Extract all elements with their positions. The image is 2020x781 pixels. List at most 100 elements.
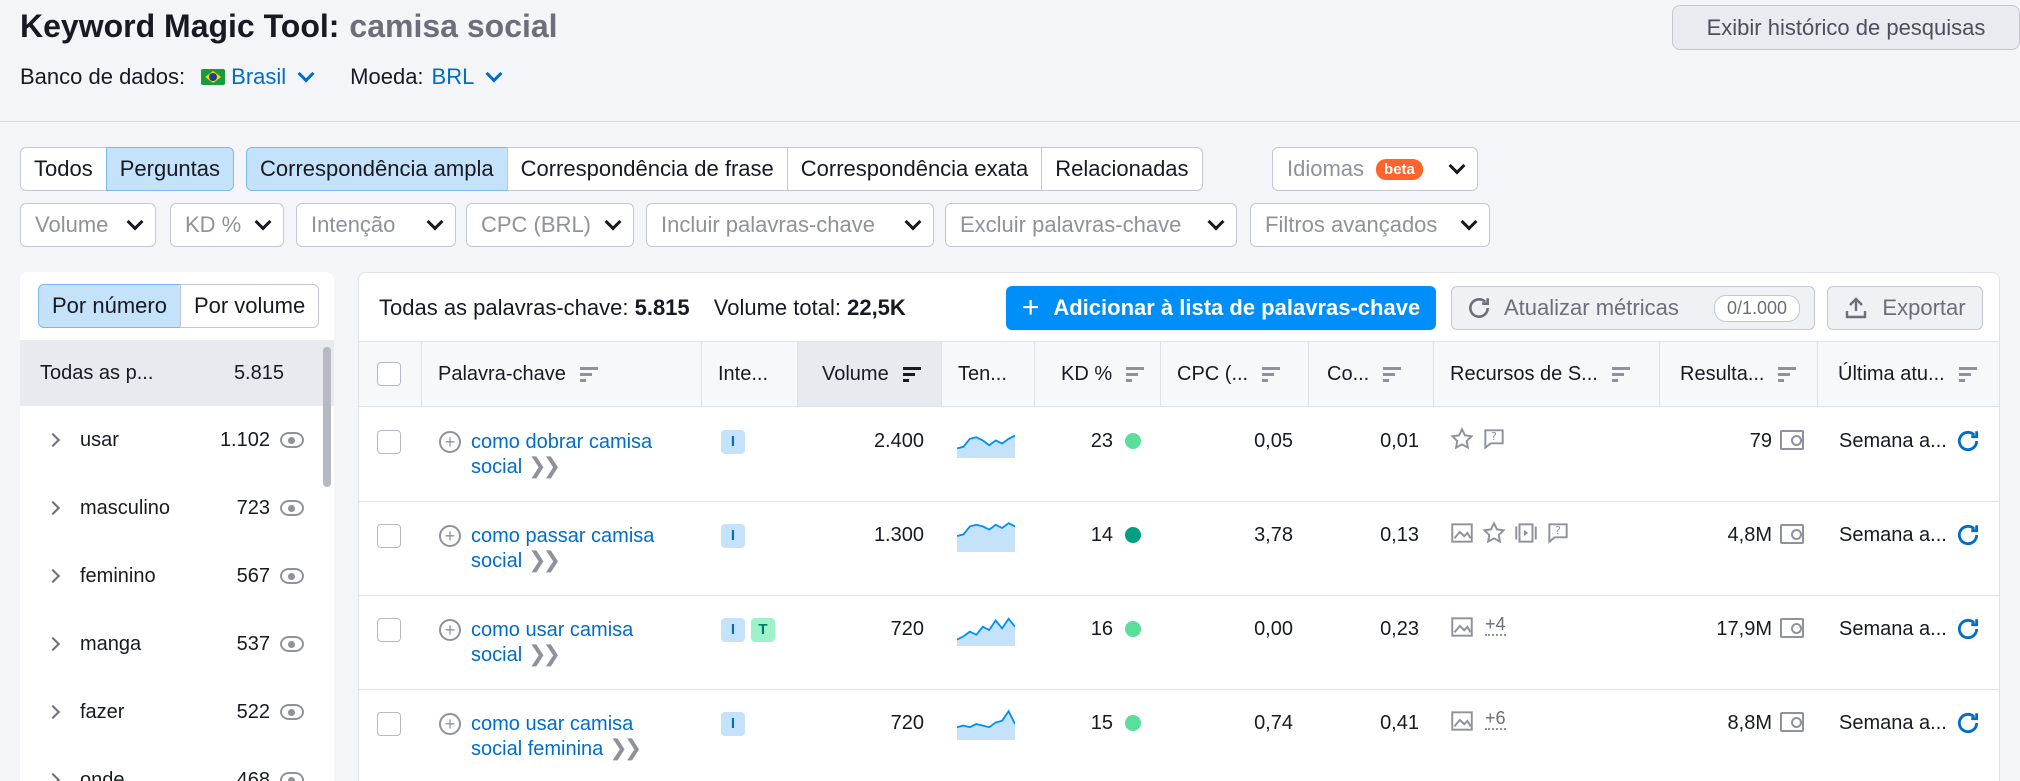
filter-kd[interactable]: KD % <box>170 203 284 247</box>
row-checkbox[interactable] <box>377 618 401 642</box>
double-chevron-right-icon[interactable]: ❯❯ <box>528 547 561 572</box>
row-checkbox[interactable] <box>377 524 401 548</box>
chevron-right-icon[interactable] <box>45 772 61 781</box>
serp-view-icon[interactable] <box>1780 524 1804 544</box>
filter-advanced[interactable]: Filtros avançados <box>1250 203 1490 247</box>
double-chevron-right-icon[interactable]: ❯❯ <box>609 735 642 760</box>
tab-perguntas[interactable]: Perguntas <box>105 147 235 191</box>
filter-intent[interactable]: Intenção <box>296 203 456 247</box>
group-item[interactable]: onde 468 <box>20 746 320 781</box>
column-keyword[interactable]: Palavra-chave <box>422 342 702 406</box>
double-chevron-right-icon[interactable]: ❯❯ <box>528 641 561 666</box>
row-checkbox[interactable] <box>377 712 401 736</box>
row-checkbox[interactable] <box>377 430 401 454</box>
export-button[interactable]: Exportar <box>1827 286 1983 330</box>
groups-scrollbar[interactable] <box>323 347 331 487</box>
add-keyword-icon[interactable]: + <box>439 525 461 547</box>
refresh-icon[interactable] <box>1955 428 1981 454</box>
kd-cell: 16 <box>1035 596 1141 690</box>
group-item[interactable]: masculino 723 <box>20 474 320 542</box>
chevron-right-icon[interactable] <box>45 636 61 652</box>
intent-badge: I <box>721 618 745 642</box>
keyword-link[interactable]: como passar camisa social ❯❯ <box>471 524 671 573</box>
keyword-cell: + como usar camisa social feminina ❯❯ <box>439 690 699 781</box>
tab-relacionadas[interactable]: Relacionadas <box>1041 147 1203 191</box>
column-last-update[interactable]: Última atu... <box>1818 342 1999 406</box>
keyword-link[interactable]: como usar camisa social ❯❯ <box>471 618 671 667</box>
kd-value: 16 <box>1090 618 1113 640</box>
sort-by-number[interactable]: Por número <box>38 284 181 328</box>
column-results[interactable]: Resulta... <box>1660 342 1818 406</box>
all-keywords-group[interactable]: Todas as p... 5.815 <box>20 340 334 406</box>
chevron-right-icon[interactable] <box>45 704 61 720</box>
sort-by-volume[interactable]: Por volume <box>179 284 320 328</box>
column-label: Inte... <box>718 362 769 385</box>
volume-cell: 720 <box>798 690 924 781</box>
keyword-link[interactable]: como usar camisa social feminina ❯❯ <box>471 712 671 761</box>
serp-view-icon[interactable] <box>1780 712 1804 732</box>
more-features-link[interactable]: +6 <box>1485 708 1506 730</box>
volume-value: 720 <box>890 712 924 734</box>
add-keyword-icon[interactable]: + <box>439 431 461 453</box>
brazil-flag-icon <box>201 69 226 85</box>
eye-icon[interactable] <box>280 432 304 448</box>
filter-cpc[interactable]: CPC (BRL) <box>466 203 634 247</box>
sort-desc-icon <box>902 367 921 382</box>
column-label: KD % <box>1061 362 1113 385</box>
chevron-right-icon[interactable] <box>45 432 61 448</box>
filter-volume[interactable]: Volume <box>20 203 156 247</box>
group-name: manga <box>80 632 142 655</box>
all-keywords-label: Todas as palavras-chave: <box>379 295 629 320</box>
chevron-right-icon[interactable] <box>45 500 61 516</box>
filter-include-keywords[interactable]: Incluir palavras-chave <box>646 203 934 247</box>
tab-correspondencia-frase[interactable]: Correspondência de frase <box>506 147 788 191</box>
add-keyword-icon[interactable]: + <box>439 619 461 641</box>
filter-exclude-keywords[interactable]: Excluir palavras-chave <box>945 203 1237 247</box>
eye-icon[interactable] <box>280 568 304 584</box>
refresh-icon[interactable] <box>1955 710 1981 736</box>
eye-icon[interactable] <box>280 500 304 516</box>
svg-text:?: ? <box>1555 524 1561 537</box>
serp-view-icon[interactable] <box>1780 618 1804 638</box>
column-cpc[interactable]: CPC (... <box>1161 342 1309 406</box>
eye-icon[interactable] <box>280 772 304 781</box>
group-item[interactable]: fazer 522 <box>20 678 320 746</box>
group-item[interactable]: feminino 567 <box>20 542 320 610</box>
keyword-link[interactable]: como dobrar camisa social ❯❯ <box>471 430 671 479</box>
refresh-icon[interactable] <box>1955 616 1981 642</box>
video-icon <box>1515 523 1537 543</box>
column-volume[interactable]: Volume <box>798 342 942 406</box>
tab-correspondencia-ampla[interactable]: Correspondência ampla <box>246 147 508 191</box>
results-value: 79 <box>1749 430 1772 452</box>
eye-icon[interactable] <box>280 704 304 720</box>
double-chevron-right-icon[interactable]: ❯❯ <box>528 453 561 478</box>
refresh-icon[interactable] <box>1955 522 1981 548</box>
eye-icon[interactable] <box>280 636 304 652</box>
last-update-value: Semana a... <box>1839 524 1947 546</box>
column-trend[interactable]: Ten... <box>942 342 1035 406</box>
filter-label: Excluir palavras-chave <box>960 212 1182 237</box>
tab-todos[interactable]: Todos <box>20 147 107 191</box>
tab-correspondencia-exata[interactable]: Correspondência exata <box>786 147 1043 191</box>
group-item[interactable]: manga 537 <box>20 610 320 678</box>
chevron-down-icon <box>604 213 622 231</box>
column-kd[interactable]: KD % <box>1035 342 1161 406</box>
currency-select[interactable]: BRL <box>432 64 503 90</box>
group-item[interactable]: usar 1.102 <box>20 406 320 474</box>
column-serp-features[interactable]: Recursos de S... <box>1434 342 1660 406</box>
intent-cell: I <box>721 408 791 502</box>
more-features-link[interactable]: +4 <box>1485 614 1506 636</box>
column-competition[interactable]: Co... <box>1309 342 1434 406</box>
column-intent[interactable]: Inte... <box>702 342 798 406</box>
languages-dropdown[interactable]: Idiomas beta <box>1272 147 1478 191</box>
chevron-right-icon[interactable] <box>45 568 61 584</box>
search-history-button[interactable]: Exibir histórico de pesquisas <box>1672 5 2020 50</box>
add-keyword-icon[interactable]: + <box>439 713 461 735</box>
database-select[interactable]: Brasil <box>193 64 315 90</box>
add-to-keyword-list-button[interactable]: + Adicionar à lista de palavras-chave <box>1006 286 1436 330</box>
serp-view-icon[interactable] <box>1780 430 1804 450</box>
select-all-checkbox[interactable] <box>377 362 401 386</box>
chevron-down-icon <box>1448 157 1466 175</box>
refresh-metrics-button[interactable]: Atualizar métricas 0/1.000 <box>1451 286 1815 330</box>
volume-cell: 720 <box>798 596 924 690</box>
